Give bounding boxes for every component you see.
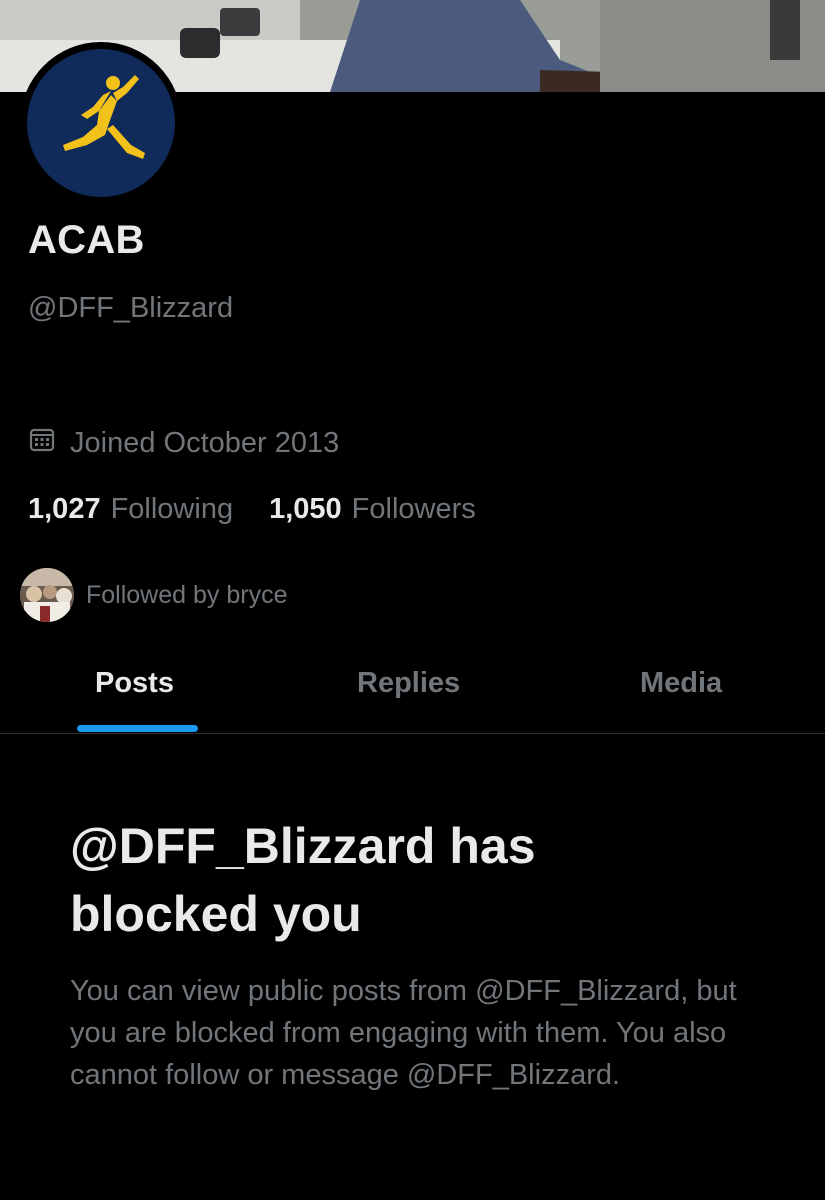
blocked-title-line1: @DFF_Blizzard has bbox=[70, 818, 536, 874]
followers-count: 1,050 bbox=[269, 493, 342, 525]
joined-text: Joined October 2013 bbox=[70, 426, 340, 459]
blocked-title: @DFF_Blizzard has blocked you bbox=[70, 812, 770, 948]
tab-replies[interactable]: Replies bbox=[357, 667, 460, 700]
display-name: ACAB bbox=[28, 218, 145, 262]
following-link[interactable]: 1,027 Following bbox=[28, 493, 233, 526]
following-count: 1,027 bbox=[28, 493, 101, 525]
tab-media[interactable]: Media bbox=[640, 667, 722, 700]
blocked-description: You can view public posts from @DFF_Bliz… bbox=[70, 975, 737, 1091]
follower-avatar bbox=[20, 568, 74, 622]
followers-label: Followers bbox=[351, 493, 476, 525]
followed-by[interactable]: Followed by bryce bbox=[20, 568, 287, 622]
follow-stats: 1,027 Following 1,050 Followers bbox=[28, 493, 476, 526]
calendar-icon bbox=[28, 425, 56, 461]
tab-posts[interactable]: Posts bbox=[95, 667, 174, 700]
avatar-image bbox=[27, 49, 175, 197]
profile-avatar[interactable] bbox=[20, 42, 182, 204]
joined-date: Joined October 2013 bbox=[28, 425, 339, 461]
jumpman-logo bbox=[63, 75, 145, 159]
active-tab-indicator bbox=[77, 725, 198, 732]
user-handle: @DFF_Blizzard bbox=[28, 292, 234, 324]
blocked-title-line2: blocked you bbox=[70, 886, 362, 942]
followed-by-text: Followed by bryce bbox=[86, 580, 288, 609]
followers-link[interactable]: 1,050 Followers bbox=[269, 493, 476, 526]
profile-tabs: Posts Replies Media bbox=[0, 645, 825, 734]
following-label: Following bbox=[110, 493, 234, 525]
